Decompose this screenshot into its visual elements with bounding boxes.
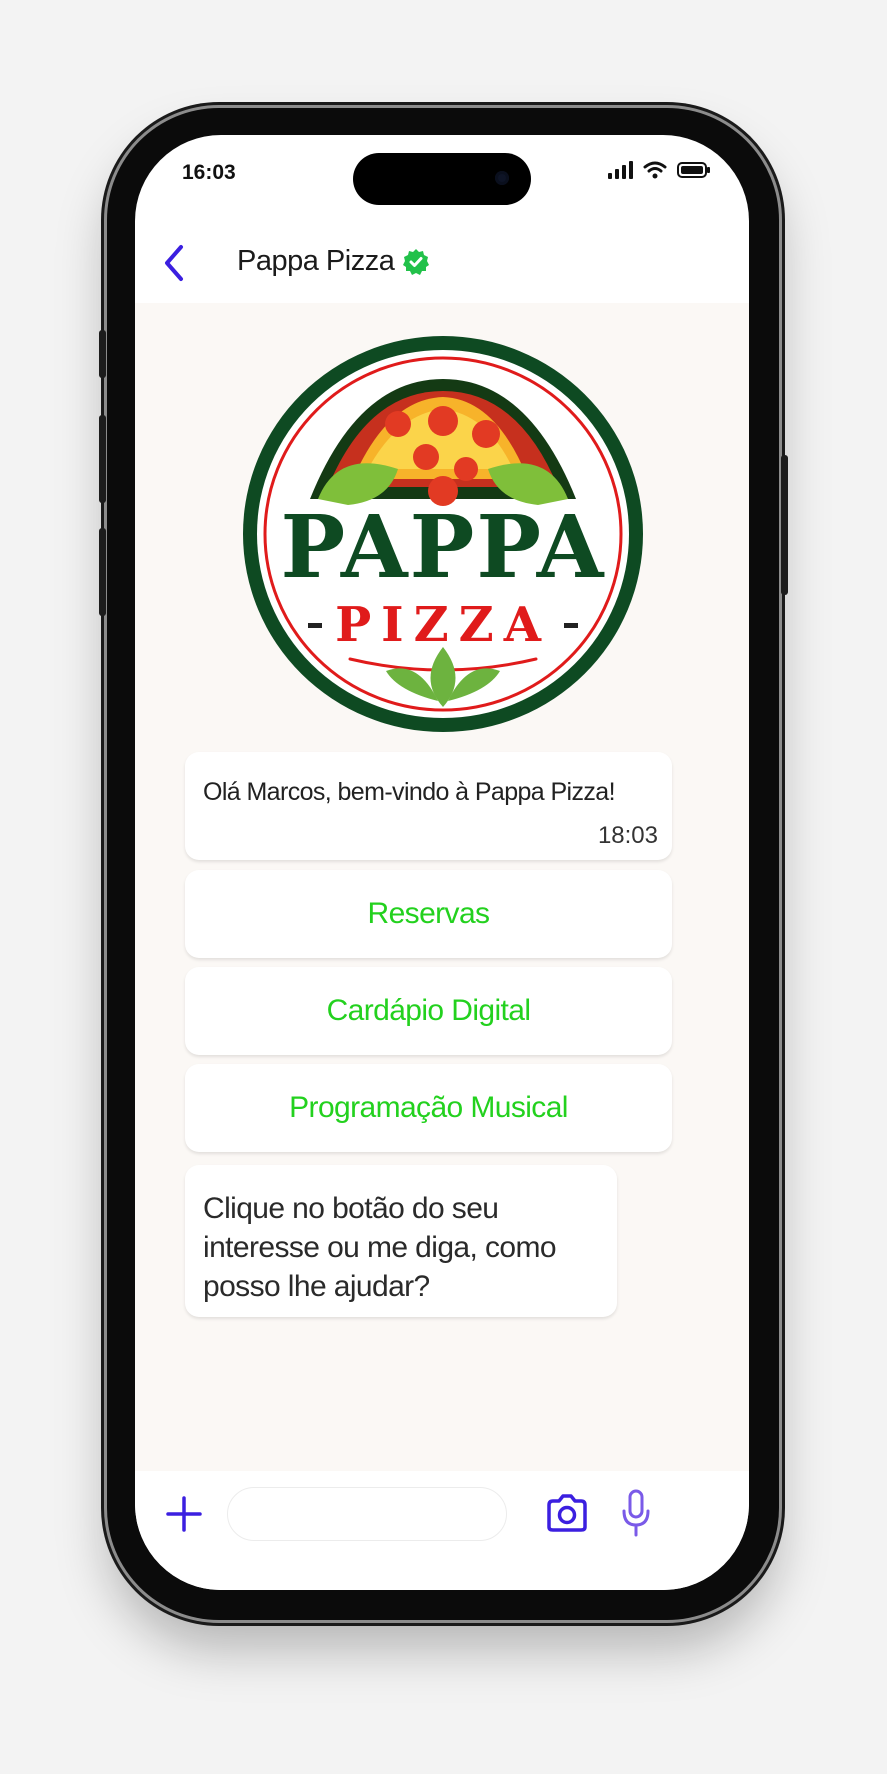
camera-icon[interactable] bbox=[545, 1493, 589, 1533]
status-icons bbox=[607, 161, 711, 179]
welcome-message-bubble: Olá Marcos, bem-vindo à Pappa Pizza! 18:… bbox=[185, 752, 672, 860]
chat-title: Pappa Pizza bbox=[237, 245, 395, 277]
microphone-icon[interactable] bbox=[621, 1489, 651, 1537]
header-title-group[interactable]: Pappa Pizza bbox=[237, 245, 430, 278]
prompt-message-text: Clique no botão do seu interesse ou me d… bbox=[203, 1192, 557, 1303]
verified-badge-icon bbox=[403, 248, 430, 275]
prompt-message-bubble: Clique no botão do seu interesse ou me d… bbox=[185, 1165, 617, 1317]
programacao-musical-button[interactable]: Programação Musical bbox=[185, 1064, 672, 1152]
back-arrow-icon[interactable] bbox=[159, 241, 189, 285]
signal-icon bbox=[608, 161, 633, 179]
side-button-action bbox=[99, 330, 106, 378]
message-timestamp: 18:03 bbox=[597, 822, 658, 849]
reservas-button[interactable]: Reservas bbox=[185, 870, 672, 958]
front-camera bbox=[495, 171, 509, 185]
chat-header: Pappa Pizza bbox=[135, 223, 749, 303]
message-composer bbox=[135, 1471, 749, 1590]
dynamic-island bbox=[353, 153, 531, 205]
plus-icon[interactable] bbox=[165, 1495, 203, 1533]
logo-word-pappa: PAPPA bbox=[281, 497, 606, 598]
side-button-power bbox=[781, 455, 788, 595]
chat-area[interactable]: PAPPA PIZZA Olá Marcos, bem-vindo à Papp… bbox=[135, 303, 749, 1471]
logo-word-pizza: PIZZA bbox=[335, 597, 551, 653]
pappa-pizza-logo: PAPPA PIZZA bbox=[243, 336, 643, 732]
message-input[interactable] bbox=[227, 1487, 507, 1541]
side-button-volume-down bbox=[99, 528, 106, 616]
welcome-message-text: Olá Marcos, bem-vindo à Pappa Pizza! bbox=[203, 778, 616, 806]
side-button-volume-up bbox=[99, 415, 106, 503]
battery-icon bbox=[677, 162, 710, 178]
status-time: 16:03 bbox=[182, 161, 236, 184]
wifi-icon bbox=[643, 161, 667, 179]
phone-screen: 16:03 Pappa Pizza PAPPA PIZZA Olá Marcos… bbox=[135, 135, 749, 1590]
cardapio-digital-button[interactable]: Cardápio Digital bbox=[185, 967, 672, 1055]
